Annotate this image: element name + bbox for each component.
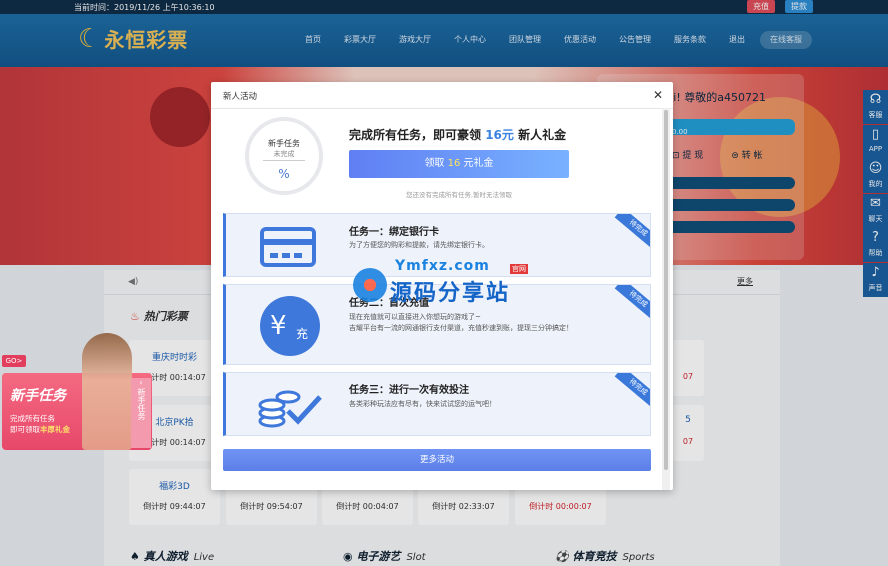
- claim-suffix: 元礼金: [460, 158, 494, 169]
- modal-title: 新人活动: [223, 92, 258, 102]
- claim-amount: 16: [447, 158, 461, 169]
- ring-percent: %: [278, 167, 290, 181]
- promo-title: 新手任务: [10, 388, 66, 404]
- watermark-badge: 官网: [510, 264, 528, 274]
- task-status-ribbon: 待完成: [614, 285, 650, 321]
- headline-amount: 16元: [485, 128, 514, 142]
- claim-hint: 您还没有完成所有任务,暂时无法领取: [405, 191, 513, 199]
- claim-prefix: 领取: [424, 158, 448, 169]
- ring-title: 新手任务: [268, 139, 300, 148]
- task-desc: 各类彩种玩法应有尽有，快来试试您的运气吧！: [349, 400, 496, 408]
- task-title: 任务三：进行一次有效投注: [349, 385, 469, 396]
- coins-check-icon: [258, 390, 322, 428]
- claim-reward-button[interactable]: 领取 16 元礼金: [349, 150, 569, 178]
- promo-line1: 完成所有任务: [10, 414, 55, 423]
- headline-prefix: 完成所有任务，即可豪领: [349, 128, 486, 142]
- promo-subtitle: 完成所有任务 即可领取丰厚礼金: [10, 413, 70, 435]
- ring-divider: [263, 160, 305, 161]
- bank-card-icon: [260, 227, 316, 267]
- svg-text:充: 充: [296, 326, 308, 341]
- promo-line2: 即可领取: [10, 425, 40, 434]
- headline-suffix: 新人礼金: [513, 128, 567, 142]
- ring-status: 未完成: [273, 150, 295, 158]
- yuan-recharge-icon: ¥ 充: [260, 296, 320, 356]
- modal-header: 新人活动 ✕: [211, 82, 673, 109]
- task-title: 任务一：绑定银行卡: [349, 227, 439, 238]
- promo-model-image: [82, 333, 132, 450]
- modal-scrollbar-thumb[interactable]: [664, 110, 668, 470]
- watermark-text: 源码分享站: [390, 281, 511, 306]
- reward-headline: 完成所有任务，即可豪领 16元 新人礼金: [349, 126, 566, 143]
- more-activities-button[interactable]: 更多活动: [223, 449, 651, 471]
- watermark-url: Ymfxz.com: [395, 258, 490, 274]
- task-desc: 为了方便您的购彩和提款，请先绑定银行卡。: [349, 241, 489, 249]
- watermark-logo-icon: [353, 268, 387, 302]
- task-desc: 现在充值就可以直接进入你想玩的游戏了~ 吉耀平台有一流的网通银行支付渠道，充值秒…: [349, 313, 573, 332]
- task-status-ribbon: 待完成: [614, 214, 650, 250]
- promo-side-tab[interactable]: ‹ 新手任务: [131, 378, 151, 448]
- task-status-ribbon: 待完成: [614, 373, 650, 409]
- chevron-left-icon: ‹: [139, 378, 143, 387]
- promo-highlight: 丰厚礼金: [40, 425, 70, 434]
- svg-text:¥: ¥: [270, 311, 287, 341]
- promo-tab-label: 新手任务: [137, 388, 146, 420]
- promo-go-badge[interactable]: GO>: [2, 355, 26, 367]
- close-icon[interactable]: ✕: [653, 88, 663, 102]
